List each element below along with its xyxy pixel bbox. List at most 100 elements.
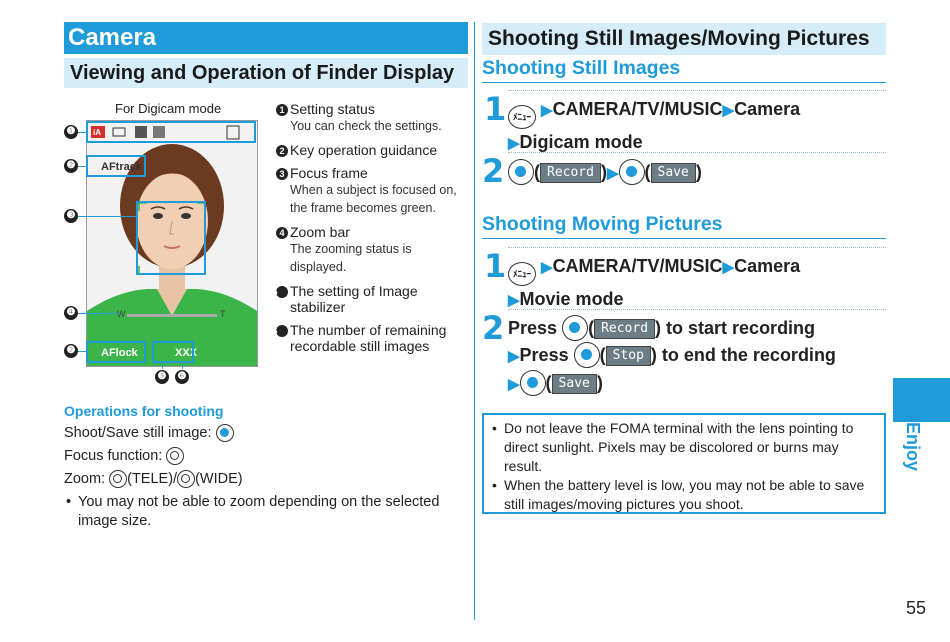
callout-4: ❹ [64,306,78,320]
step-text: Camera [734,99,801,119]
dotted-divider [508,152,886,153]
zoom-w-label: W [117,309,126,319]
center-key-icon [508,159,534,185]
callout-vline-6 [182,363,183,369]
dotted-divider [508,90,886,91]
ops-shoot-row: Shoot/Save still image: [64,424,234,442]
callout-6: ❻ [175,370,189,384]
record-softkey: Record [540,163,601,183]
legend-item: 4 Zoom bar The zooming status is displaye… [276,224,471,276]
arrow-icon: ▶ [606,165,619,182]
arrow-icon: ▶ [541,102,553,119]
zoom-t-label: T [220,309,226,319]
down-key-icon [166,447,185,465]
step-text: Movie mode [519,289,624,309]
center-key-icon [573,342,600,368]
dotted-divider [508,247,886,248]
legend-item: 3 Focus frame When a subject is focused o… [276,165,471,217]
chapter-tab-label: Enjoy [903,422,923,472]
step-text: to end the recording [661,345,836,365]
moving-pictures-title: Shooting Moving Pictures [482,213,886,239]
center-key-icon [215,424,234,442]
step-number: 2 [482,152,505,190]
center-key-icon [519,370,546,396]
down-key-icon [177,470,196,488]
finder-legend: 1 Setting status You can check the settin… [272,101,471,361]
step-number: 1 [484,90,507,128]
ops-note: • You may not be able to zoom depending … [66,493,456,531]
callout-box-3 [136,201,206,275]
subsection-title-finder: Viewing and Operation of Finder Display [64,58,468,88]
ops-shoot-label: Shoot/Save still image: [64,425,212,441]
section-title-shooting: Shooting Still Images/Moving Pictures [482,23,886,55]
column-divider [474,22,475,620]
operations-title: Operations for shooting [64,403,224,419]
save-softkey: Save [650,163,696,183]
callout-line-1 [78,132,88,133]
step-text: Digicam mode [519,132,643,152]
section-title-camera: Camera [64,22,468,54]
still-step-2: (Record)▶(Save) [508,159,702,187]
legend-title: The number of remaining recordable still… [290,322,447,354]
step-text: CAMERA/TV/MUSIC [552,99,723,119]
dotted-divider [508,309,886,310]
menu-key-icon: ﾒﾆｭｰ [508,105,536,129]
legend-title: Key operation guidance [290,142,438,158]
note-box: Do not leave the FOMA terminal with the … [482,413,886,514]
callout-2b: ❷ [64,344,78,358]
legend-desc: The zooming status is displayed. [290,242,412,274]
zoom-tele-label: (TELE)/ [127,471,178,487]
center-key-icon [618,159,645,185]
callout-5: ❺ [155,370,169,384]
legend-item: 6 The number of remaining recordable stil… [272,322,471,354]
menu-key-icon: ﾒﾆｭｰ [508,262,536,286]
up-key-icon [109,470,128,488]
legend-title: The setting of Image stabilizer [290,283,418,315]
arrow-icon: ▶ [722,102,735,119]
arrow-icon: ▶ [508,292,520,309]
step-text: Camera [734,256,801,276]
ops-focus-row: Focus function: [64,447,185,465]
legend-title: Setting status [290,101,375,117]
center-key-icon [562,315,589,341]
callout-box-1 [86,121,256,143]
still-images-title: Shooting Still Images [482,57,886,83]
page-number: 55 [905,598,926,618]
stop-softkey: Stop [605,346,651,366]
legend-num: 3 [276,168,288,180]
arrow-icon: ▶ [508,348,520,365]
legend-num: 6 [272,325,288,337]
callout-line-3 [78,216,136,217]
callout-box-56 [152,341,194,363]
step-text: Press [508,318,558,338]
callout-box-2b [86,341,146,363]
note-item: Do not leave the FOMA terminal with the … [492,419,876,476]
bullet: • [66,494,72,510]
callout-line-2b [78,351,88,352]
callout-2: ❷ [64,159,78,173]
still-step-1: ﾒﾆｭｰ ▶CAMERA/TV/MUSIC▶Camera ▶Digicam mo… [508,96,800,157]
legend-title: Focus frame [290,165,368,181]
callout-line-4 [78,313,120,314]
legend-desc: You can check the settings. [290,119,442,133]
arrow-icon: ▶ [508,376,520,393]
note-item: When the battery level is low, you may n… [492,476,876,514]
legend-item: 1 Setting status You can check the settin… [276,101,471,135]
callout-1: ❶ [64,125,78,139]
record-softkey: Record [594,319,656,339]
save-softkey: Save [551,374,597,394]
legend-desc: When a subject is focused on, the frame … [290,183,457,215]
step-number: 2 [482,309,505,347]
zoom-wide-label: (WIDE) [195,471,243,487]
step-text: Press [519,345,569,365]
arrow-icon: ▶ [541,259,553,276]
legend-num: 2 [276,145,288,157]
movie-step-2: Press (Record) to start recording ▶Press… [508,315,836,398]
callout-box-2 [86,155,146,177]
legend-num: 4 [276,227,288,239]
ops-zoom-row: Zoom: (TELE)/ (WIDE) [64,470,243,488]
callout-line-2 [78,166,88,167]
ops-zoom-label: Zoom: [64,471,106,487]
chapter-tab [893,378,950,422]
step-text: CAMERA/TV/MUSIC [552,256,723,276]
